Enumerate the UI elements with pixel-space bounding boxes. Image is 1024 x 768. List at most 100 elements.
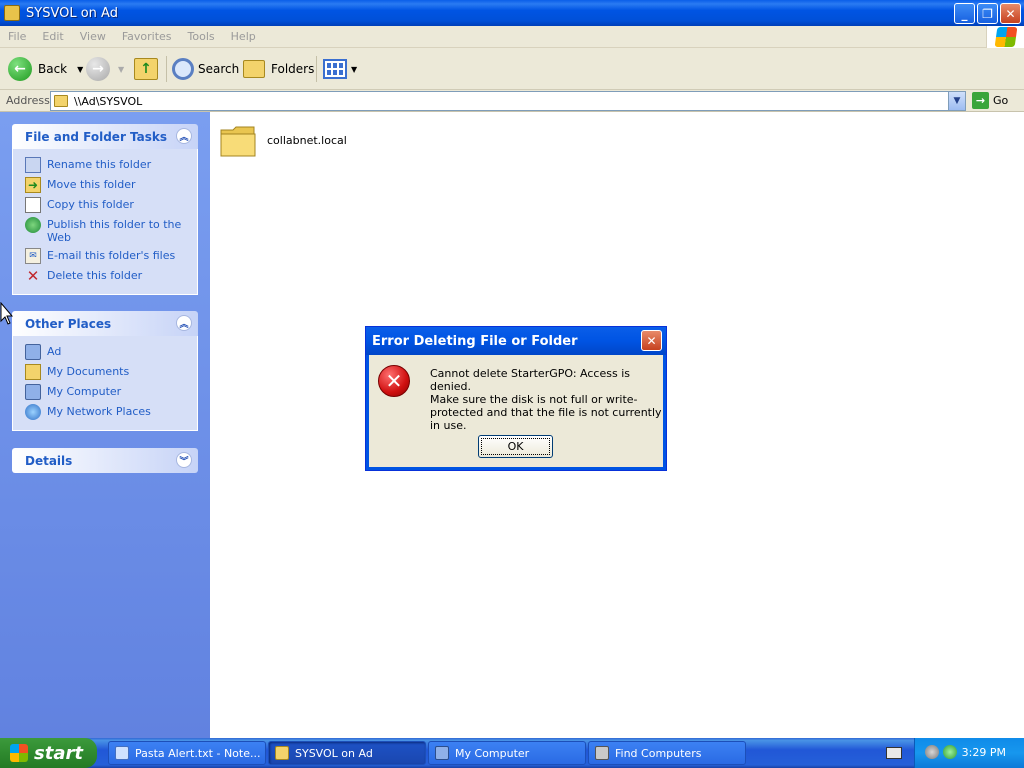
documents-icon (25, 364, 41, 380)
error-dialog: Error Deleting File or Folder ✕ ✕ Cannot… (365, 326, 667, 471)
move-folder-link[interactable]: ➜ Move this folder (13, 175, 197, 195)
views-button[interactable]: ▼ (323, 54, 357, 84)
task-label: SYSVOL on Ad (295, 746, 373, 760)
my-computer-link[interactable]: My Computer (13, 382, 197, 402)
folder-icon (220, 126, 256, 157)
forward-button[interactable]: → ▼ (86, 54, 124, 84)
link-label: My Network Places (47, 405, 151, 418)
rename-icon (25, 157, 41, 173)
taskbar-item-find-computers[interactable]: Find Computers (588, 741, 746, 765)
find-computers-icon (595, 746, 609, 760)
collapse-icon[interactable]: ︽ (176, 315, 192, 331)
search-button[interactable]: Search (172, 54, 239, 84)
restore-button[interactable]: ❐ (977, 3, 998, 24)
delete-folder-link[interactable]: ✕ Delete this folder (13, 266, 197, 286)
network-icon (25, 404, 41, 420)
my-network-places-link[interactable]: My Network Places (13, 402, 197, 422)
toolbar-separator (166, 56, 167, 82)
expand-icon[interactable]: ︾ (176, 452, 192, 468)
link-label: E-mail this folder's files (47, 249, 176, 262)
forward-dropdown-icon[interactable]: ▼ (118, 65, 124, 74)
collapse-icon[interactable]: ︽ (176, 128, 192, 144)
back-arrow-icon: ← (8, 57, 32, 81)
window-title: SYSVOL on Ad (26, 5, 118, 21)
other-places-header[interactable]: Other Places ︽ (12, 311, 198, 336)
window-title-bar[interactable]: SYSVOL on Ad _ ❐ ✕ (0, 0, 1024, 26)
ok-button[interactable]: OK (478, 435, 553, 458)
network-folder-icon (54, 95, 68, 107)
toolbar: ← Back ▼ → ▼ ↑ Search Folders ▼ (0, 48, 1024, 90)
my-documents-link[interactable]: My Documents (13, 362, 197, 382)
link-label: Ad (47, 345, 62, 358)
taskbar-item-notepad[interactable]: Pasta Alert.txt - Note... (108, 741, 266, 765)
address-bar: Address \\Ad\SYSVOL ▼ → Go (0, 90, 1024, 112)
address-label: Address (6, 94, 50, 107)
folder-item[interactable] (220, 124, 256, 158)
copy-icon (25, 197, 41, 213)
address-input[interactable]: \\Ad\SYSVOL ▼ (50, 91, 966, 111)
error-message: Cannot delete StarterGPO: Access is deni… (430, 367, 630, 393)
start-label: start (34, 742, 83, 764)
rename-folder-link[interactable]: Rename this folder (13, 155, 197, 175)
up-folder-button[interactable]: ↑ (134, 54, 158, 84)
folders-icon (243, 60, 265, 78)
start-button[interactable]: start (0, 738, 97, 768)
notepad-icon (115, 746, 129, 760)
link-label: Move this folder (47, 178, 136, 191)
task-label: Pasta Alert.txt - Note... (135, 746, 261, 760)
back-button[interactable]: ← Back ▼ (8, 54, 83, 84)
folder-icon (4, 5, 20, 21)
link-label: Copy this folder (47, 198, 134, 211)
email-icon: ✉ (25, 248, 41, 264)
security-icon[interactable] (943, 745, 957, 759)
link-label: My Computer (47, 385, 122, 398)
file-folder-tasks-header[interactable]: File and Folder Tasks ︽ (12, 124, 198, 149)
go-button[interactable]: → Go (972, 92, 1008, 109)
error-icon: ✕ (378, 365, 410, 397)
search-label: Search (198, 62, 240, 76)
minimize-button[interactable]: _ (954, 3, 975, 24)
move-icon: ➜ (25, 177, 41, 193)
keyboard-icon[interactable] (886, 747, 902, 759)
details-header[interactable]: Details ︾ (12, 448, 198, 473)
publish-folder-link[interactable]: Publish this folder to the Web (13, 215, 197, 246)
dialog-title: Error Deleting File or Folder (372, 333, 578, 349)
task-label: My Computer (455, 746, 530, 760)
forward-arrow-icon: → (86, 57, 110, 81)
publish-icon (25, 217, 41, 233)
file-folder-tasks-panel: File and Folder Tasks ︽ Rename this fold… (12, 124, 198, 295)
network-status-icon[interactable] (925, 745, 939, 759)
email-files-link[interactable]: ✉ E-mail this folder's files (13, 246, 197, 266)
menu-view[interactable]: View (72, 30, 114, 43)
menu-tools[interactable]: Tools (180, 30, 223, 43)
copy-folder-link[interactable]: Copy this folder (13, 195, 197, 215)
folders-button[interactable]: Folders (243, 54, 314, 84)
views-dropdown-icon[interactable]: ▼ (351, 65, 357, 74)
taskbar-item-my-computer[interactable]: My Computer (428, 741, 586, 765)
search-icon (172, 58, 194, 80)
menu-help[interactable]: Help (223, 30, 264, 43)
go-arrow-icon: → (972, 92, 989, 109)
back-label: Back (38, 62, 68, 76)
other-places-panel: Other Places ︽ Ad My Documents My Comput… (12, 311, 198, 431)
panel-title: Other Places (25, 316, 112, 331)
menu-favorites[interactable]: Favorites (114, 30, 180, 43)
menu-file[interactable]: File (0, 30, 34, 43)
folder-icon (275, 746, 289, 760)
close-button[interactable]: ✕ (1000, 3, 1021, 24)
address-value: \\Ad\SYSVOL (74, 94, 143, 108)
place-ad-link[interactable]: Ad (13, 342, 197, 362)
windows-logo-icon (986, 26, 1024, 48)
dialog-title-bar[interactable]: Error Deleting File or Folder (366, 327, 666, 355)
back-dropdown-icon[interactable]: ▼ (77, 65, 83, 74)
details-panel: Details ︾ (12, 448, 198, 473)
windows-flag-icon (10, 744, 28, 762)
dialog-close-button[interactable]: ✕ (641, 330, 662, 351)
computer-icon (25, 384, 41, 400)
address-dropdown-icon[interactable]: ▼ (948, 92, 965, 110)
folder-name[interactable]: collabnet.local (267, 134, 347, 147)
menu-edit[interactable]: Edit (34, 30, 71, 43)
clock[interactable]: 3:29 PM (962, 746, 1006, 759)
taskbar-item-sysvol[interactable]: SYSVOL on Ad (268, 741, 426, 765)
computer-icon (25, 344, 41, 360)
